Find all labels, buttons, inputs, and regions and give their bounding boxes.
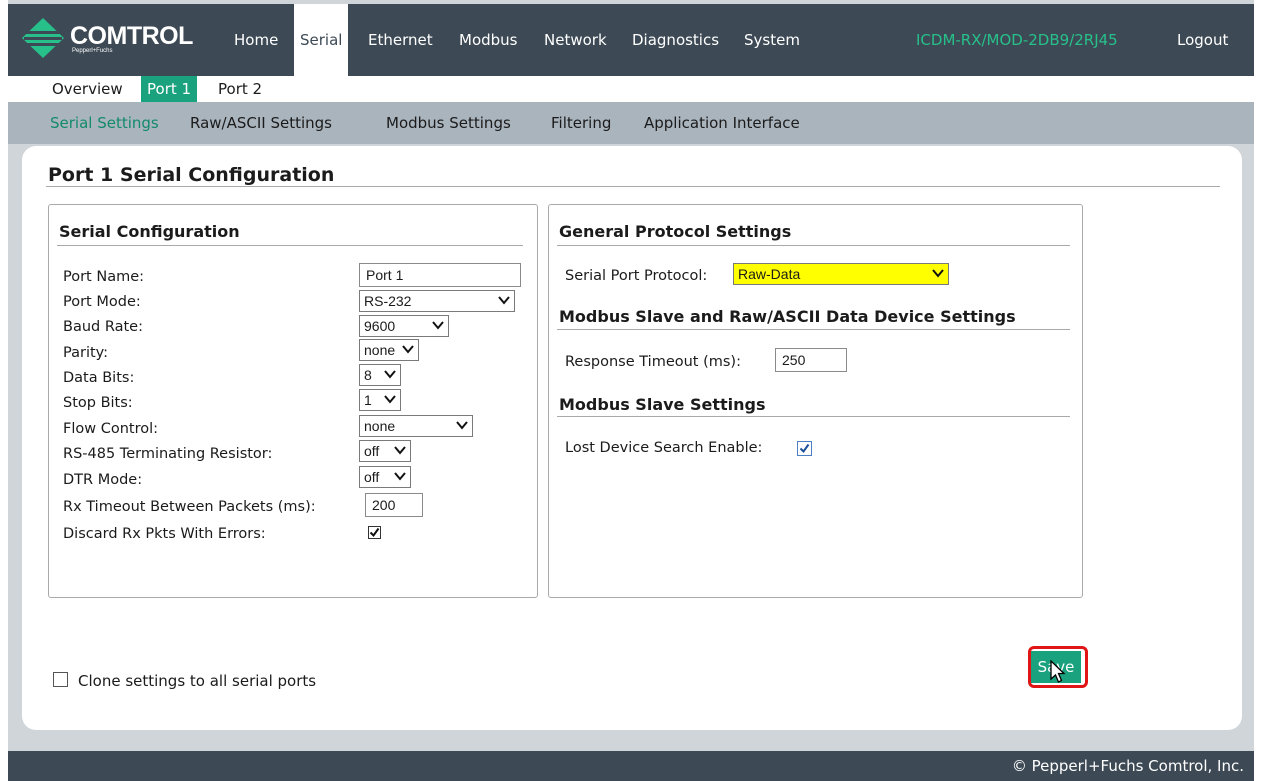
general-protocol-box: General Protocol Settings Serial Port Pr… bbox=[548, 204, 1083, 598]
logout-link[interactable]: Logout bbox=[1171, 4, 1234, 76]
terminating-resistor-select[interactable]: off bbox=[359, 440, 411, 462]
nav-home[interactable]: Home bbox=[228, 4, 284, 76]
tab-filtering[interactable]: Filtering bbox=[551, 102, 611, 144]
brand-sub: Pepperl+Fuchs bbox=[72, 48, 113, 54]
brand-name: COMTROL bbox=[70, 22, 193, 50]
checkmark-icon bbox=[799, 443, 810, 454]
serial-port-protocol-value: Raw-Data bbox=[738, 266, 801, 282]
response-timeout-label: Response Timeout (ms): bbox=[565, 354, 741, 370]
data-bits-value: 8 bbox=[364, 367, 372, 383]
port-mode-select[interactable]: RS-232 bbox=[359, 290, 515, 312]
comtrol-logo[interactable]: COMTROL Pepperl+Fuchs bbox=[22, 18, 202, 58]
nav-modbus[interactable]: Modbus bbox=[453, 4, 523, 76]
title-divider bbox=[46, 186, 1220, 187]
port-mode-label: Port Mode: bbox=[63, 294, 141, 310]
checkmark-icon bbox=[368, 526, 381, 539]
parity-label: Parity: bbox=[63, 345, 109, 361]
tab-overview[interactable]: Overview bbox=[46, 76, 129, 102]
flow-control-select[interactable]: none bbox=[359, 415, 473, 437]
content-panel: Port 1 Serial Configuration Serial Confi… bbox=[22, 146, 1242, 730]
lost-device-search-checkbox[interactable] bbox=[797, 441, 812, 456]
top-nav: COMTROL Pepperl+Fuchs Home Serial Ethern… bbox=[8, 4, 1254, 76]
comtrol-logo-icon bbox=[22, 18, 64, 58]
flow-control-value: none bbox=[364, 418, 396, 434]
tab-port-1[interactable]: Port 1 bbox=[141, 76, 198, 102]
parity-select[interactable]: none bbox=[359, 339, 419, 361]
port-name-label: Port Name: bbox=[63, 269, 145, 285]
nav-network[interactable]: Network bbox=[538, 4, 613, 76]
port-name-input[interactable]: Port 1 bbox=[359, 263, 521, 287]
modbus-slave-settings-title: Modbus Slave Settings bbox=[559, 395, 766, 414]
port-tabs: Overview Port 1 Port 2 bbox=[8, 76, 1254, 102]
rx-timeout-label: Rx Timeout Between Packets (ms): bbox=[63, 499, 316, 515]
serial-configuration-box: Serial Configuration Port Name: Port 1 P… bbox=[48, 204, 538, 598]
terminating-resistor-value: off bbox=[364, 443, 380, 459]
parity-value: none bbox=[364, 342, 396, 358]
tab-port-2[interactable]: Port 2 bbox=[212, 76, 268, 102]
tab-serial-settings[interactable]: Serial Settings bbox=[50, 102, 159, 144]
section-divider bbox=[557, 329, 1070, 330]
nav-serial[interactable]: Serial bbox=[294, 4, 349, 76]
section-divider bbox=[57, 245, 523, 246]
section-divider bbox=[557, 416, 1070, 417]
chevron-down-icon bbox=[394, 472, 406, 481]
device-model: ICDM-RX/MOD-2DB9/2RJ45 bbox=[916, 31, 1118, 49]
chevron-down-icon bbox=[394, 446, 406, 455]
stop-bits-value: 1 bbox=[364, 392, 372, 408]
general-protocol-title: General Protocol Settings bbox=[559, 222, 792, 241]
serial-port-protocol-select[interactable]: Raw-Data bbox=[733, 263, 949, 285]
baud-rate-select[interactable]: 9600 bbox=[359, 315, 449, 337]
port-mode-value: RS-232 bbox=[364, 293, 412, 309]
chevron-down-icon bbox=[432, 321, 444, 330]
lost-device-search-label: Lost Device Search Enable: bbox=[565, 440, 763, 456]
discard-rx-checkbox[interactable] bbox=[367, 525, 382, 540]
response-timeout-input[interactable]: 250 bbox=[775, 348, 847, 372]
stop-bits-label: Stop Bits: bbox=[63, 395, 133, 411]
flow-control-label: Flow Control: bbox=[63, 421, 159, 437]
dtr-mode-select[interactable]: off bbox=[359, 466, 411, 488]
nav-diagnostics[interactable]: Diagnostics bbox=[626, 4, 725, 76]
nav-ethernet[interactable]: Ethernet bbox=[362, 4, 439, 76]
baud-rate-value: 9600 bbox=[364, 318, 396, 334]
terminating-resistor-label: RS-485 Terminating Resistor: bbox=[63, 446, 273, 462]
settings-tabs: Serial Settings Raw/ASCII Settings Modbu… bbox=[8, 102, 1254, 144]
chevron-down-icon bbox=[456, 421, 468, 430]
copyright-text: © Pepperl+Fuchs Comtrol, Inc. bbox=[1011, 757, 1244, 775]
data-bits-label: Data Bits: bbox=[63, 370, 135, 386]
tab-application-interface[interactable]: Application Interface bbox=[644, 102, 800, 144]
modbus-raw-settings-title: Modbus Slave and Raw/ASCII Data Device S… bbox=[559, 307, 1016, 326]
data-bits-select[interactable]: 8 bbox=[359, 364, 401, 386]
serial-configuration-title: Serial Configuration bbox=[59, 222, 240, 241]
chevron-down-icon bbox=[384, 370, 396, 379]
rx-timeout-input[interactable]: 200 bbox=[365, 493, 423, 517]
nav-system[interactable]: System bbox=[738, 4, 806, 76]
footer: © Pepperl+Fuchs Comtrol, Inc. bbox=[8, 751, 1254, 781]
clone-settings-checkbox[interactable] bbox=[53, 672, 68, 687]
dtr-mode-value: off bbox=[364, 469, 380, 485]
chevron-down-icon bbox=[402, 345, 414, 354]
chevron-down-icon bbox=[932, 269, 944, 278]
tab-raw-ascii-settings[interactable]: Raw/ASCII Settings bbox=[190, 102, 332, 144]
section-divider bbox=[557, 245, 1070, 246]
stop-bits-select[interactable]: 1 bbox=[359, 389, 401, 411]
page-title: Port 1 Serial Configuration bbox=[48, 164, 335, 186]
clone-settings-label: Clone settings to all serial ports bbox=[78, 672, 317, 690]
baud-rate-label: Baud Rate: bbox=[63, 319, 143, 335]
chevron-down-icon bbox=[384, 395, 396, 404]
mouse-pointer-icon bbox=[1050, 660, 1066, 683]
discard-rx-label: Discard Rx Pkts With Errors: bbox=[63, 526, 266, 542]
dtr-mode-label: DTR Mode: bbox=[63, 472, 143, 488]
tab-modbus-settings[interactable]: Modbus Settings bbox=[386, 102, 511, 144]
chevron-down-icon bbox=[498, 296, 510, 305]
serial-port-protocol-label: Serial Port Protocol: bbox=[565, 268, 708, 284]
